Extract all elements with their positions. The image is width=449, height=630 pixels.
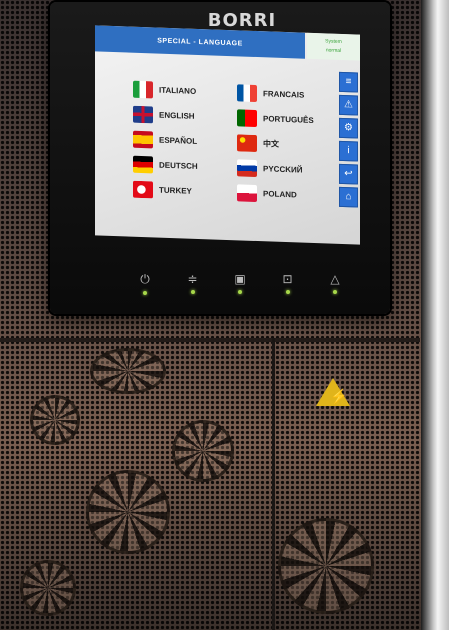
language-label: FRANCAIS <box>263 89 305 100</box>
language-label: 中文 <box>263 139 279 149</box>
language-item-russian[interactable]: PYCCKИЙ <box>237 155 314 183</box>
alarm-icon: △ <box>330 272 340 286</box>
status-led <box>285 290 290 294</box>
status-led <box>143 291 147 295</box>
fan-4 <box>278 518 374 614</box>
language-item-english[interactable]: ENGLISH <box>133 102 198 129</box>
touch-screen: SPECIAL - LANGUAGE System normal ITALIAN… <box>95 25 360 245</box>
spain-flag-icon <box>133 130 153 149</box>
turkey-flag-icon <box>133 180 153 199</box>
language-label: PORTUGUÊS <box>263 114 314 126</box>
language-label: ESPAÑOL <box>159 135 198 146</box>
home-icon[interactable]: ⌂ <box>339 186 358 208</box>
uk-flag-icon <box>133 105 153 124</box>
side-button-bar: ≡ ⚠ ⚙ i ↩ ⌂ <box>339 71 358 211</box>
battery-button[interactable]: ▣ <box>225 272 255 295</box>
italy-flag-icon <box>133 80 153 99</box>
language-item-portugues[interactable]: PORTUGUÊS <box>237 105 314 133</box>
fan-1 <box>90 348 166 394</box>
language-label: DEUTSCH <box>159 160 198 171</box>
language-item-francais[interactable]: FRANCAIS <box>237 80 314 108</box>
status-led <box>238 290 242 294</box>
language-list-left: ITALIANO ENGLISH ESPAÑOL DEUTSCH TURKEY <box>133 77 198 204</box>
status-box[interactable]: System normal <box>307 32 360 61</box>
fan-6 <box>20 560 76 616</box>
back-icon[interactable]: ↩ <box>339 163 358 185</box>
language-label: ENGLISH <box>159 110 195 121</box>
language-label: TURKEY <box>159 185 192 196</box>
language-label: PYCCKИЙ <box>263 164 303 175</box>
language-item-chinese[interactable]: 中文 <box>237 130 314 158</box>
portugal-flag-icon <box>237 109 257 128</box>
output-icon: ⊡ <box>282 272 293 286</box>
fan-2 <box>172 420 234 482</box>
settings-icon[interactable]: ⚙ <box>339 117 358 139</box>
cabinet-edge <box>421 0 449 630</box>
door-seam <box>272 338 275 630</box>
bypass-icon: ≑ <box>187 272 198 286</box>
status-led <box>190 290 195 294</box>
bypass-button[interactable]: ≑ <box>178 272 208 295</box>
france-flag-icon <box>237 84 257 103</box>
power-button[interactable]: ⏻ <box>130 272 160 295</box>
menu-icon[interactable]: ≡ <box>339 71 358 93</box>
alarm-button[interactable]: △ <box>320 272 350 295</box>
language-label: ITALIANO <box>159 85 197 96</box>
language-item-deutsch[interactable]: DEUTSCH <box>133 152 198 179</box>
status-led <box>333 290 337 294</box>
battery-icon: ▣ <box>234 272 246 286</box>
russia-flag-icon <box>237 159 257 178</box>
language-item-italiano[interactable]: ITALIANO <box>133 77 198 104</box>
china-flag-icon <box>237 134 257 153</box>
fan-5 <box>30 395 80 445</box>
status-line: normal <box>325 47 342 54</box>
language-item-poland[interactable]: POLAND <box>237 180 314 208</box>
language-label: POLAND <box>263 189 297 200</box>
warning-mark: ⚡ <box>330 388 348 404</box>
output-button[interactable]: ⊡ <box>273 272 303 295</box>
front-panel-buttons: ⏻ ≑ ▣ ⊡ △ <box>130 272 350 295</box>
poland-flag-icon <box>237 184 257 203</box>
language-item-espanol[interactable]: ESPAÑOL <box>133 127 198 154</box>
panel-divider <box>0 338 420 342</box>
language-item-turkey[interactable]: TURKEY <box>133 177 198 204</box>
fan-3 <box>86 470 170 554</box>
warning-icon[interactable]: ⚠ <box>339 94 358 116</box>
info-icon[interactable]: i <box>339 140 358 162</box>
language-list-right: FRANCAIS PORTUGUÊS 中文 PYCCKИЙ POLAND <box>237 80 314 208</box>
brand-logo: BORRI <box>207 10 277 31</box>
germany-flag-icon <box>133 155 153 174</box>
power-icon: ⏻ <box>140 272 150 286</box>
